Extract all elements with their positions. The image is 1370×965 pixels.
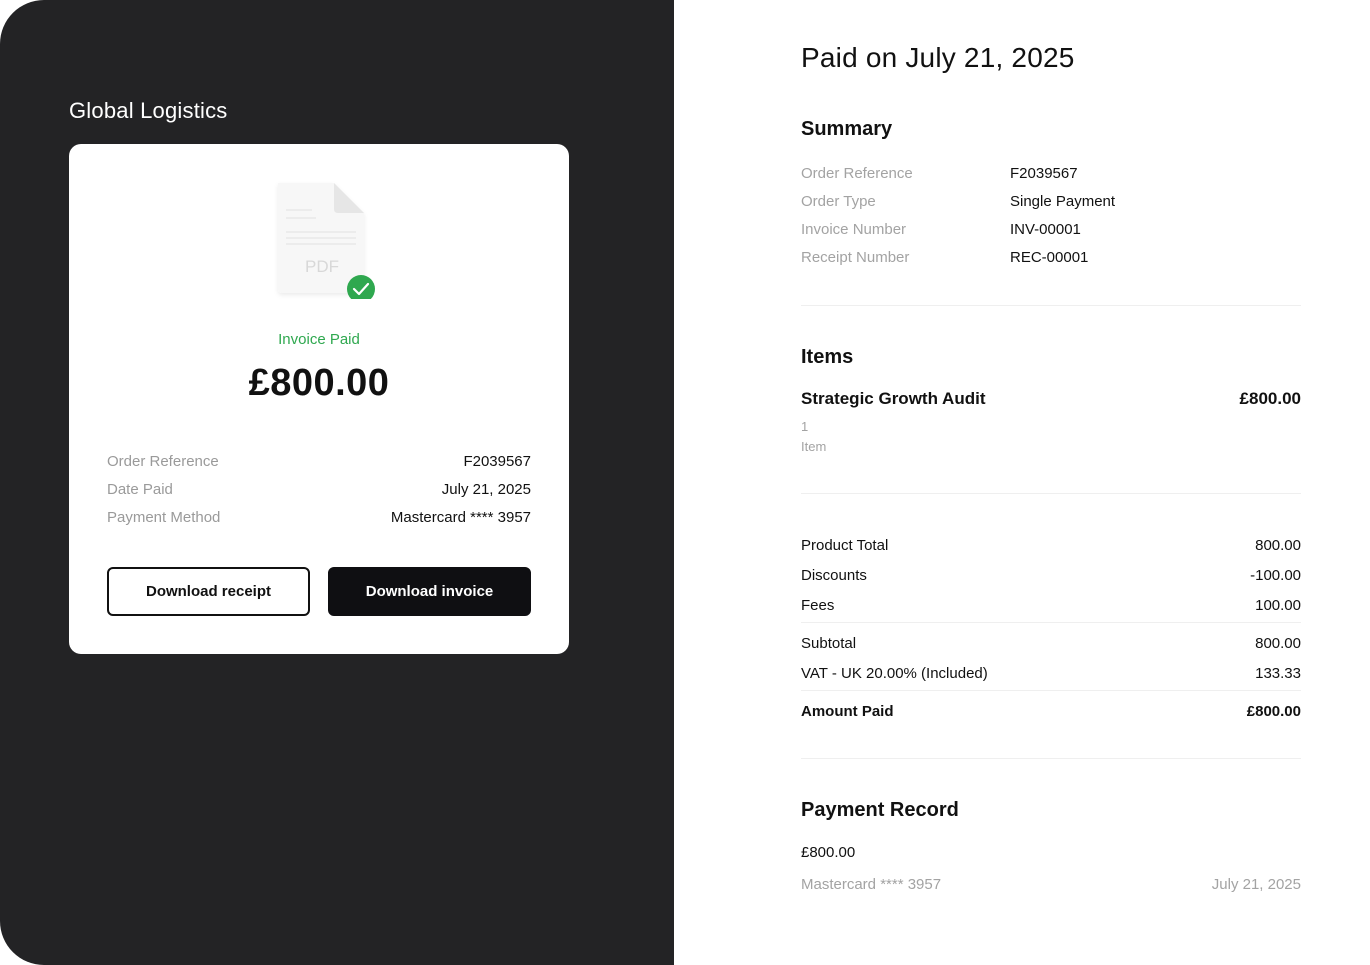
payment-record-date: July 21, 2025 <box>1211 875 1301 893</box>
detail-label: Payment Method <box>107 508 221 526</box>
download-invoice-button[interactable]: Download invoice <box>328 567 531 616</box>
totals-label: Subtotal <box>801 634 857 652</box>
totals-row-subtotal: Subtotal 800.00 <box>801 633 1301 653</box>
divider <box>801 758 1301 759</box>
totals-label: Product Total <box>801 536 889 554</box>
divider <box>801 622 1301 623</box>
payment-record-amount: £800.00 <box>801 844 856 861</box>
summary-row-order-reference: Order Reference F2039567 <box>801 163 1301 183</box>
right-panel: Paid on July 21, 2025 Summary Order Refe… <box>674 0 1370 965</box>
divider <box>801 305 1301 306</box>
items-heading: Items <box>801 346 854 368</box>
summary-label: Order Reference <box>801 164 913 182</box>
totals-row-discounts: Discounts -100.00 <box>801 565 1301 585</box>
summary-value: INV-00001 <box>1010 220 1081 238</box>
totals-value: £800.00 <box>1246 702 1301 720</box>
summary-value: Single Payment <box>1010 192 1116 210</box>
page-title: Paid on July 21, 2025 <box>801 42 1075 73</box>
receipt-page: Global Logistics PDF Invoice Paid £800.0… <box>0 0 1370 965</box>
item-quantity: 1 <box>801 419 809 434</box>
totals-label: Amount Paid <box>801 702 894 720</box>
totals-row-amount-paid: Amount Paid £800.00 <box>801 701 1301 721</box>
item-unit: Item <box>801 439 827 454</box>
totals-value: 800.00 <box>1255 634 1301 652</box>
totals-label: Fees <box>801 596 835 614</box>
detail-row-payment-method: Payment Method Mastercard **** 3957 <box>107 507 531 527</box>
item-name: Strategic Growth Audit <box>801 389 986 408</box>
pdf-icon-label: PDF <box>305 257 339 276</box>
totals-label: Discounts <box>801 566 867 584</box>
invoice-paid-status: Invoice Paid <box>278 331 360 348</box>
detail-label: Order Reference <box>107 452 219 470</box>
totals-row-vat: VAT - UK 20.00% (Included) 133.33 <box>801 663 1301 683</box>
pdf-document-icon: PDF <box>278 183 375 299</box>
summary-value: F2039567 <box>1010 164 1078 182</box>
summary-label: Receipt Number <box>801 248 910 266</box>
download-receipt-button[interactable]: Download receipt <box>107 567 310 616</box>
paid-amount: £800.00 <box>248 362 390 404</box>
summary-value: REC-00001 <box>1010 248 1089 266</box>
detail-label: Date Paid <box>107 480 173 498</box>
summary-label: Invoice Number <box>801 220 907 238</box>
detail-value: Mastercard **** 3957 <box>390 508 531 526</box>
totals-value: -100.00 <box>1250 566 1301 584</box>
totals-value: 100.00 <box>1255 596 1301 614</box>
payment-record-row: Mastercard **** 3957 July 21, 2025 <box>801 874 1301 894</box>
totals-label: VAT - UK 20.00% (Included) <box>801 664 988 682</box>
merchant-name: Global Logistics <box>69 98 228 123</box>
detail-value: July 21, 2025 <box>441 480 531 498</box>
summary-row-order-type: Order Type Single Payment <box>801 191 1301 211</box>
summary-row-invoice-number: Invoice Number INV-00001 <box>801 219 1301 239</box>
totals-value: 133.33 <box>1255 664 1301 682</box>
payment-record-heading: Payment Record <box>801 799 959 821</box>
detail-value: F2039567 <box>463 452 531 470</box>
left-panel: Global Logistics PDF Invoice Paid £800.0… <box>0 0 674 965</box>
detail-row-date-paid: Date Paid July 21, 2025 <box>107 479 531 499</box>
summary-heading: Summary <box>801 118 893 140</box>
totals-row-product-total: Product Total 800.00 <box>801 535 1301 555</box>
divider <box>801 493 1301 494</box>
divider <box>801 690 1301 691</box>
receipt-card: PDF Invoice Paid £800.00 Order Reference… <box>69 144 569 654</box>
summary-row-receipt-number: Receipt Number REC-00001 <box>801 247 1301 267</box>
totals-value: 800.00 <box>1255 536 1301 554</box>
summary-label: Order Type <box>801 192 876 210</box>
payment-record-method: Mastercard **** 3957 <box>801 875 942 893</box>
item-price: £800.00 <box>1239 389 1301 408</box>
totals-row-fees: Fees 100.00 <box>801 595 1301 615</box>
detail-row-order-reference: Order Reference F2039567 <box>107 451 531 471</box>
